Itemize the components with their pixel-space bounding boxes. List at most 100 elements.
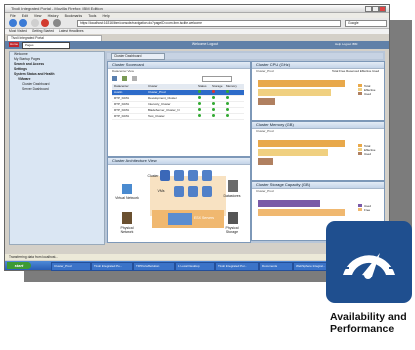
taskbar-item[interactable]: Cluster_Prod — [51, 262, 91, 271]
reload-icon[interactable] — [31, 19, 39, 27]
home-button[interactable]: Home — [9, 42, 19, 47]
page-search-input[interactable]: Pages — [22, 42, 70, 49]
window-title: Tivoli Integrated Portal - Mozilla Firef… — [11, 6, 103, 11]
cell-cluster: BladeServer_Cluster_N — [148, 108, 180, 112]
memory-chart-subtitle: Cluster_Prod — [256, 129, 274, 133]
window-titlebar: Tivoli Integrated Portal - Mozilla Firef… — [5, 5, 389, 13]
status-ok-icon — [198, 102, 201, 105]
bar-used[interactable] — [258, 200, 321, 207]
bar-used[interactable] — [258, 158, 273, 165]
stop-icon[interactable] — [41, 19, 49, 27]
taskbar-item[interactable]: 1 Local Desktop — [175, 262, 215, 271]
status-ok-icon — [212, 96, 215, 99]
taskbar-item[interactable]: Tivoli Integrated Po... — [91, 262, 133, 271]
vm-icon[interactable] — [202, 170, 212, 181]
bar-effective[interactable] — [258, 149, 328, 156]
memory-chart-title: Cluster Memory (GB) — [252, 122, 384, 129]
vm-icon[interactable] — [188, 170, 198, 181]
bookmark-getting-started[interactable]: Getting Started — [32, 29, 54, 33]
taskbar-item[interactable]: Documents — [259, 262, 293, 271]
memory-legend: Total Effective Used — [358, 144, 375, 156]
cpu-legend: Total Effective Used — [358, 84, 375, 96]
status-ok-icon — [212, 108, 215, 111]
sidebar-item-server-dashboard[interactable]: Server Dashboard — [10, 87, 104, 92]
table-row[interactable]: RTP_DATA Test_Cluster — [112, 114, 244, 120]
scorecard-panel: Cluster Scorecard Datacenter View Datace… — [107, 61, 251, 157]
navigation-toolbar: https://localhost:16316/ibm/console/navi… — [5, 18, 389, 29]
bar-total[interactable] — [258, 140, 346, 147]
virtual-network-icon[interactable] — [122, 184, 132, 194]
cpu-header-link[interactable]: Total Free Reserved Effective Used — [332, 69, 379, 73]
bar-total[interactable] — [258, 80, 346, 87]
back-icon[interactable] — [9, 19, 17, 27]
refresh-icon[interactable] — [132, 76, 138, 81]
cell-datacenter: RTP_DATA — [114, 102, 130, 106]
close-button[interactable] — [379, 6, 386, 12]
architecture-panel: Cluster Architecture View Virtual Networ… — [107, 157, 251, 243]
home-icon[interactable] — [53, 19, 61, 27]
status-ok-icon — [212, 114, 215, 117]
page-tabs: Cluster Dashboard — [107, 53, 383, 60]
storage-chart-title: Cluster Storage Capacity (GB) — [252, 182, 384, 189]
cluster-icon[interactable] — [160, 170, 170, 181]
bar-used[interactable] — [258, 98, 276, 105]
vms-label: VMs — [157, 189, 165, 193]
badge-caption: Availability and Performance — [330, 311, 407, 335]
status-ok-icon — [198, 108, 201, 111]
tab-cluster-dashboard[interactable]: Cluster Dashboard — [111, 53, 165, 60]
cell-datacenter: Austin — [114, 90, 123, 94]
taskbar-item[interactable]: TIPPortalSolution — [133, 262, 175, 271]
availability-performance-badge — [326, 221, 412, 303]
vm-icon[interactable] — [202, 186, 212, 197]
storage-legend: Used Free — [358, 204, 371, 212]
tree-icon[interactable] — [122, 76, 128, 81]
scorecard-table: Datacenter Cluster Status Storage Memory… — [112, 84, 244, 120]
column-cluster[interactable]: Cluster — [148, 84, 198, 89]
esx-servers-label: ESX Servers — [193, 216, 215, 220]
bar-free[interactable] — [258, 209, 346, 216]
esx-server-icon[interactable] — [168, 213, 192, 225]
virtual-network-label: Virtual Network — [115, 196, 139, 200]
bookmark-most-visited[interactable]: Most Visited — [9, 29, 27, 33]
status-ok-icon — [198, 90, 201, 93]
physical-storage-icon[interactable] — [228, 212, 238, 224]
column-status[interactable]: Status — [198, 84, 212, 89]
address-bar[interactable]: https://localhost:16316/ibm/console/navi… — [77, 20, 341, 27]
browser-search-input[interactable]: Google — [345, 20, 387, 27]
physical-network-icon[interactable] — [122, 212, 132, 224]
scorecard-toolbar — [112, 76, 246, 82]
cell-datacenter: RTP_DATA — [114, 108, 130, 112]
scorecard-title: Cluster Scorecard — [108, 62, 250, 69]
app-nav-label[interactable]: Welcome Logout — [170, 42, 240, 47]
forward-icon[interactable] — [19, 19, 27, 27]
memory-bar-chart — [258, 138, 354, 172]
cpu-chart-title: Cluster CPU (GHz) — [252, 62, 384, 69]
filter-icon[interactable] — [112, 76, 117, 81]
column-storage[interactable]: Storage — [212, 84, 226, 89]
taskbar-item[interactable]: Tivoli Integrated Por... — [215, 262, 259, 271]
legend-used: Used — [364, 152, 372, 156]
column-memory[interactable]: Memory — [226, 84, 240, 89]
bookmark-latest-headlines[interactable]: Latest Headlines — [59, 29, 84, 33]
status-ok-icon — [198, 96, 201, 99]
status-ok-icon — [212, 102, 215, 105]
bar-effective[interactable] — [258, 89, 331, 96]
architecture-title: Cluster Architecture View — [108, 158, 250, 165]
datastores-label: Datastores — [223, 194, 241, 198]
status-ok-icon — [226, 108, 229, 111]
datastore-icon[interactable] — [228, 180, 238, 192]
scorecard-subtitle: Datacenter View — [112, 69, 134, 73]
vm-icon[interactable] — [188, 186, 198, 197]
vm-icon[interactable] — [174, 170, 184, 181]
start-button[interactable]: start — [7, 262, 31, 269]
column-datacenter[interactable]: Datacenter — [112, 84, 148, 89]
physical-network-label: Physical Network — [120, 226, 134, 234]
filter-input[interactable] — [202, 76, 233, 82]
status-ok-icon — [198, 114, 201, 117]
maximize-button[interactable] — [372, 6, 379, 12]
header-links[interactable]: Help Logout IBM — [335, 42, 383, 47]
cell-cluster: Test_Cluster — [148, 114, 165, 118]
cpu-chart-panel: Cluster CPU (GHz) Cluster_Prod Total Fre… — [251, 61, 385, 121]
minimize-button[interactable] — [365, 6, 372, 12]
vm-icon[interactable] — [174, 186, 184, 197]
